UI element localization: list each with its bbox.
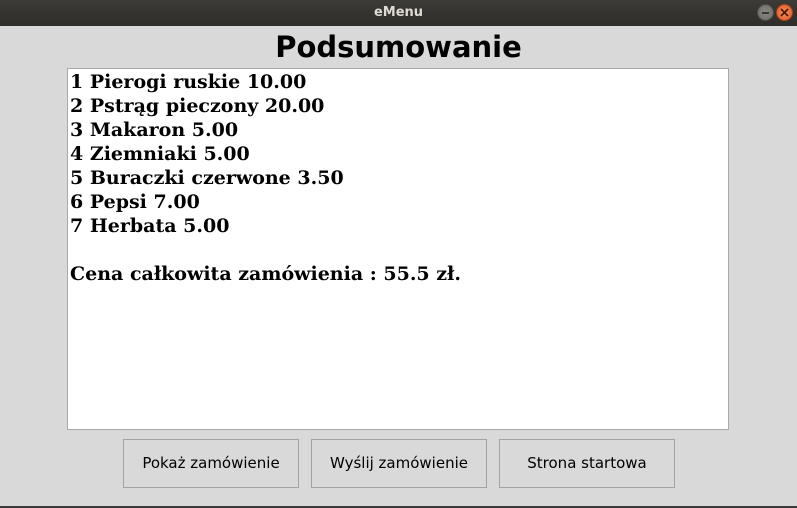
send-order-button[interactable]: Wyślij zamówienie (311, 439, 487, 488)
order-line: 1 Pierogi ruskie 10.00 (70, 71, 307, 93)
order-line: 6 Pepsi 7.00 (70, 191, 200, 213)
show-order-button[interactable]: Pokaż zamówienie (123, 439, 299, 488)
page-title: Podsumowanie (275, 30, 522, 64)
start-page-button[interactable]: Strona startowa (499, 439, 675, 488)
close-icon[interactable] (776, 4, 793, 21)
order-line: 2 Pstrąg pieczony 20.00 (70, 95, 325, 117)
title-bar[interactable]: eMenu (0, 0, 797, 26)
order-summary-textbox[interactable]: 1 Pierogi ruskie 10.00 2 Pstrąg pieczony… (67, 68, 729, 430)
window-title: eMenu (373, 5, 424, 20)
order-line: 5 Buraczki czerwone 3.50 (70, 167, 344, 189)
app-window: eMenu Podsumowanie 1 Pierogi ruskie 10.0… (0, 0, 797, 508)
order-total: Cena całkowita zamówienia : 55.5 zł. (70, 263, 461, 285)
order-line: 7 Herbata 5.00 (70, 215, 230, 237)
minimize-icon[interactable] (757, 4, 774, 21)
order-line: 3 Makaron 5.00 (70, 119, 239, 141)
order-line: 4 Ziemniaki 5.00 (70, 143, 250, 165)
